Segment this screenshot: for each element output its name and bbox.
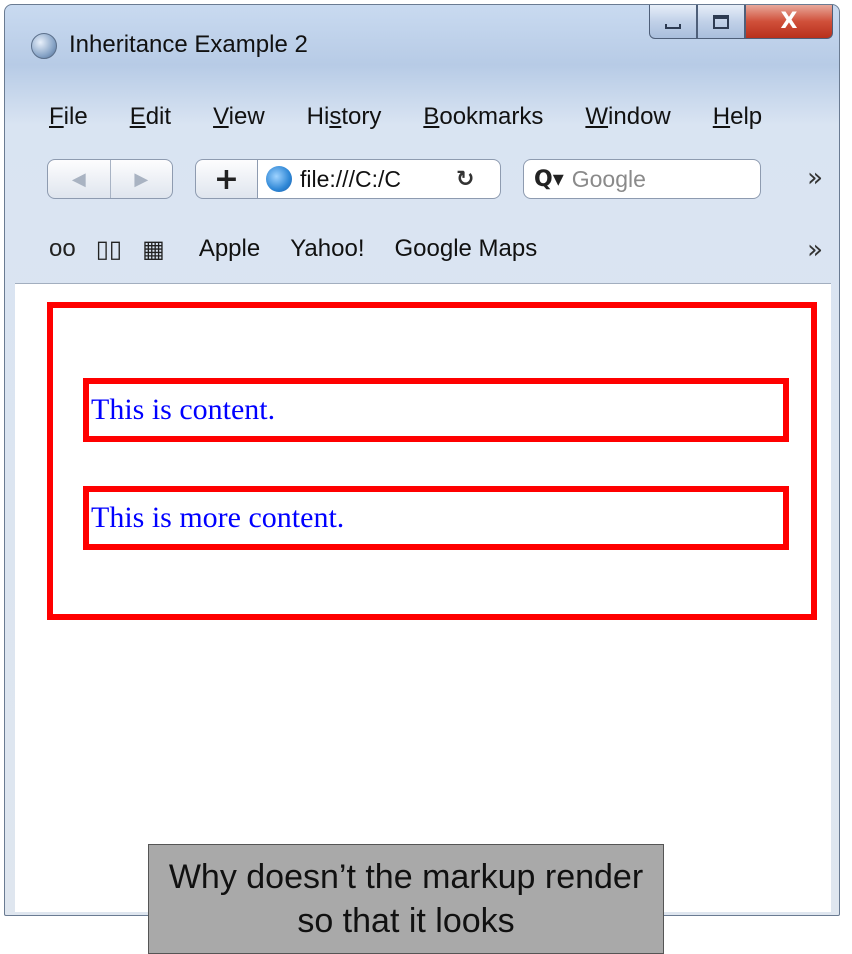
bookmarks-book-icon[interactable]: ▯▯ — [96, 235, 122, 264]
menu-history[interactable]: History — [307, 103, 382, 131]
add-bookmark-button[interactable]: + — [195, 159, 257, 199]
window-title: Inheritance Example 2 — [69, 31, 308, 58]
bookmark-apple[interactable]: Apple — [199, 235, 260, 263]
bookmarks-bar: oo ▯▯ ▦ Apple Yahoo! Google Maps » — [5, 221, 839, 277]
menu-help[interactable]: Help — [713, 103, 762, 131]
forward-button[interactable]: ▶ — [109, 160, 173, 198]
back-arrow-icon: ◀ — [71, 168, 86, 190]
maximize-icon — [713, 14, 729, 29]
menu-bookmarks-rest: ookmarks — [439, 103, 544, 130]
mnemonic: E — [129, 103, 146, 130]
title-bar[interactable]: Inheritance Example 2 X — [5, 5, 839, 85]
menu-window[interactable]: Window — [585, 103, 670, 131]
maximize-button[interactable] — [697, 5, 745, 39]
menu-view-rest: iew — [228, 103, 265, 130]
window-controls: X — [649, 5, 833, 41]
minimize-icon — [665, 24, 681, 29]
menu-bookmarks[interactable]: Bookmarks — [423, 103, 543, 131]
back-forward-group: ◀ ▶ — [47, 159, 173, 199]
mnemonic: s — [329, 103, 342, 130]
mnemonic: W — [585, 103, 609, 130]
globe-icon — [266, 166, 292, 192]
menu-file-rest: ile — [63, 103, 88, 130]
top-sites-grid-icon[interactable]: ▦ — [142, 235, 165, 264]
reload-icon[interactable]: ↻ — [456, 167, 474, 192]
reading-list-icon[interactable]: oo — [49, 235, 76, 263]
back-button[interactable]: ◀ — [48, 160, 110, 198]
menu-file[interactable]: File — [49, 103, 88, 131]
content-box-2: This is more content. — [83, 486, 789, 550]
search-field[interactable]: Q▾ Google — [523, 159, 761, 199]
close-button[interactable]: X — [745, 5, 833, 39]
mnemonic: H — [712, 103, 731, 130]
menu-history-a: Hi — [306, 103, 330, 130]
mnemonic: F — [49, 103, 64, 130]
bookmarks-overflow-icon[interactable]: » — [807, 235, 823, 265]
toolbar-overflow-icon[interactable]: » — [807, 163, 823, 193]
browser-window: Inheritance Example 2 X File Edit View H… — [4, 4, 840, 916]
close-icon: X — [780, 9, 798, 34]
page-content: This is content. This is more content. — [15, 283, 831, 912]
search-icon[interactable]: Q▾ — [534, 167, 564, 192]
safari-app-icon — [31, 33, 57, 59]
menu-edit[interactable]: Edit — [130, 103, 171, 131]
mnemonic: B — [423, 103, 440, 130]
menu-window-rest: indow — [608, 103, 671, 130]
minimize-button[interactable] — [649, 5, 697, 39]
menu-help-rest: elp — [730, 103, 763, 130]
forward-arrow-icon: ▶ — [134, 168, 149, 190]
address-bar[interactable]: file:///C:/C ↻ — [257, 159, 501, 199]
menu-view[interactable]: View — [213, 103, 265, 131]
menu-history-b: tory — [341, 103, 382, 130]
menu-edit-rest: dit — [145, 103, 172, 130]
plus-icon: + — [213, 161, 240, 197]
mnemonic: V — [213, 103, 229, 130]
bookmark-google-maps[interactable]: Google Maps — [395, 235, 538, 263]
bookmark-yahoo[interactable]: Yahoo! — [290, 235, 364, 263]
url-text[interactable]: file:///C:/C — [300, 166, 450, 193]
slide-caption: Why doesn’t the markup render so that it… — [148, 844, 664, 954]
outer-container: This is content. This is more content. — [47, 302, 817, 620]
navigation-toolbar: ◀ ▶ + file:///C:/C ↻ Q▾ Google » — [5, 151, 839, 217]
content-box-1: This is content. — [83, 378, 789, 442]
menu-bar: File Edit View History Bookmarks Window … — [5, 89, 839, 145]
search-placeholder: Google — [571, 165, 646, 192]
